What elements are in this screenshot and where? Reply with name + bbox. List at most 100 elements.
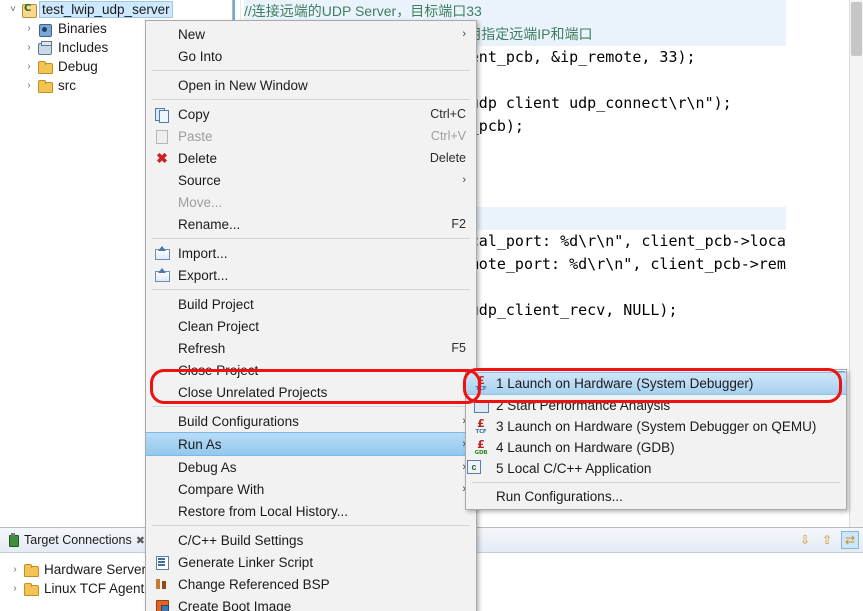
menu-item-label: Refresh bbox=[178, 340, 226, 356]
menu-item-label: Import... bbox=[178, 245, 228, 261]
menu-item-label: Go Into bbox=[178, 48, 223, 64]
submenu-item-5-local-c-c++-application[interactable]: c 5 Local C/C++ Application bbox=[466, 458, 846, 479]
performance-icon bbox=[473, 398, 489, 413]
submenu-item-run-configurations[interactable]: Run Configurations... bbox=[466, 486, 846, 507]
menu-item-change-referenced-bsp[interactable]: Change Referenced BSP bbox=[146, 573, 476, 595]
tcf-debugger-icon: £ TCF bbox=[475, 374, 487, 392]
menu-item-delete[interactable]: ✖ Delete Delete bbox=[146, 147, 476, 169]
menu-item-label: Restore from Local History... bbox=[178, 503, 349, 519]
menu-separator bbox=[152, 70, 470, 71]
submenu-item-label: 4 Launch on Hardware (GDB) bbox=[496, 440, 675, 455]
target-connections-tab-label: Target Connections bbox=[24, 533, 132, 547]
menu-item-build-project[interactable]: Build Project bbox=[146, 293, 476, 315]
tree-item-label: Binaries bbox=[58, 21, 107, 36]
menu-separator bbox=[152, 289, 470, 290]
target-connections-icon bbox=[6, 533, 20, 547]
close-icon[interactable]: ✖ bbox=[136, 534, 145, 547]
menu-item-label: Run As bbox=[178, 436, 222, 452]
menu-item-paste: Paste Ctrl+V bbox=[146, 125, 476, 147]
menu-item-label: Build Configurations bbox=[178, 413, 299, 429]
menu-item-rename[interactable]: Rename... F2 bbox=[146, 213, 476, 235]
bsp-icon bbox=[154, 576, 170, 592]
menu-item-generate-linker-script[interactable]: Generate Linker Script bbox=[146, 551, 476, 573]
expand-arrow-icon[interactable]: › bbox=[8, 564, 22, 575]
paste-icon bbox=[154, 128, 170, 144]
menu-item-run-as[interactable]: Run As› bbox=[146, 432, 476, 456]
folder-icon bbox=[36, 59, 54, 75]
menu-item-debug-as[interactable]: Debug As› bbox=[146, 456, 476, 478]
menu-item-c-c++-build-settings[interactable]: C/C++ Build Settings bbox=[146, 529, 476, 551]
menu-item-compare-with[interactable]: Compare With› bbox=[146, 478, 476, 500]
menu-item-label: Create Boot Image bbox=[178, 598, 292, 611]
export-icon bbox=[154, 267, 170, 283]
menu-item-copy[interactable]: Copy Ctrl+C bbox=[146, 103, 476, 125]
folder-icon bbox=[22, 562, 40, 578]
target-item-label: Linux TCF Agent bbox=[44, 581, 145, 596]
menu-item-source[interactable]: Source › bbox=[146, 169, 476, 191]
menu-item-label: Close Unrelated Projects bbox=[178, 384, 328, 400]
menu-item-label: Close Project bbox=[178, 362, 259, 378]
menu-item-close-unrelated-projects[interactable]: Close Unrelated Projects bbox=[146, 381, 476, 403]
menu-separator bbox=[152, 406, 470, 407]
includes-icon bbox=[36, 40, 54, 56]
delete-icon: ✖ bbox=[156, 150, 168, 166]
tree-item-label: Includes bbox=[58, 40, 109, 55]
menu-item-export[interactable]: Export... bbox=[146, 264, 476, 286]
submenu-item-3-launch-on-hardware-system-debugger-on-qemu[interactable]: £ TCF 3 Launch on Hardware (System Debugge… bbox=[466, 416, 846, 437]
expand-arrow-icon[interactable]: ˅ bbox=[6, 4, 20, 15]
menu-item-label: Source bbox=[178, 172, 221, 188]
menu-item-restore-from-local-history[interactable]: Restore from Local History... bbox=[146, 500, 476, 522]
tree-item-label: src bbox=[58, 78, 76, 93]
folder-icon bbox=[36, 78, 54, 94]
menu-item-move: Move... bbox=[146, 191, 476, 213]
submenu-item-2-start-performance-analysis[interactable]: 2 Start Performance Analysis bbox=[466, 395, 846, 416]
expand-arrow-icon[interactable]: › bbox=[8, 583, 22, 594]
menu-item-label: Compare With bbox=[178, 481, 265, 497]
menu-item-label: Generate Linker Script bbox=[178, 554, 314, 570]
project-context-menu[interactable]: New › Go Into Open in New Window Copy Ctrl+C P… bbox=[145, 20, 477, 611]
menu-item-label: Copy bbox=[178, 106, 210, 122]
menu-item-create-boot-image[interactable]: Create Boot Image bbox=[146, 595, 476, 611]
linker-script-icon bbox=[154, 554, 170, 570]
scroll-down-icon[interactable]: ⇩ bbox=[797, 532, 813, 548]
menu-item-import[interactable]: Import... bbox=[146, 242, 476, 264]
submenu-item-4-launch-on-hardware-gdb[interactable]: £ GDB 4 Launch on Hardware (GDB) bbox=[466, 437, 846, 458]
menu-item-close-project[interactable]: Close Project bbox=[146, 359, 476, 381]
folder-icon bbox=[22, 581, 40, 597]
menu-separator bbox=[152, 525, 470, 526]
editor-vertical-scrollbar[interactable] bbox=[849, 0, 863, 527]
menu-item-open-in-new-window[interactable]: Open in New Window bbox=[146, 74, 476, 96]
tree-item-test-lwip-udp-server[interactable]: ˅ test_lwip_udp_server bbox=[0, 0, 232, 19]
menu-item-new[interactable]: New › bbox=[146, 23, 476, 45]
menu-item-refresh[interactable]: Refresh F5 bbox=[146, 337, 476, 359]
expand-arrow-icon[interactable]: › bbox=[22, 61, 36, 72]
chevron-right-icon: › bbox=[462, 174, 466, 186]
menu-item-shortcut: Ctrl+V bbox=[430, 129, 466, 143]
expand-arrow-icon[interactable]: › bbox=[22, 23, 36, 34]
submenu-item-1-launch-on-hardware-system-debugger[interactable]: £ TCF 1 Launch on Hardware (System Debugge… bbox=[466, 372, 846, 395]
chevron-right-icon: › bbox=[462, 28, 466, 40]
expand-arrow-icon[interactable]: › bbox=[22, 42, 36, 53]
menu-item-label: Debug As bbox=[178, 459, 237, 475]
gdb-icon: £ GDB bbox=[474, 438, 488, 456]
menu-separator bbox=[152, 238, 470, 239]
toggle-wrap-icon[interactable]: ⇄ bbox=[841, 531, 859, 549]
tree-item-label: Debug bbox=[58, 59, 98, 74]
expand-arrow-icon[interactable]: › bbox=[22, 80, 36, 91]
console-toolbar[interactable]: ⇩ ⇧ ⇄ bbox=[797, 528, 859, 552]
menu-item-shortcut: Ctrl+C bbox=[430, 107, 466, 121]
menu-item-go-into[interactable]: Go Into bbox=[146, 45, 476, 67]
menu-item-clean-project[interactable]: Clean Project bbox=[146, 315, 476, 337]
menu-item-label: C/C++ Build Settings bbox=[178, 532, 304, 548]
submenu-item-label: 1 Launch on Hardware (System Debugger) bbox=[496, 376, 754, 391]
menu-item-label: Delete bbox=[178, 150, 218, 166]
scroll-up-icon[interactable]: ⇧ bbox=[819, 532, 835, 548]
submenu-item-label: Run Configurations... bbox=[496, 489, 623, 504]
target-item-label: Hardware Server bbox=[44, 562, 147, 577]
menu-item-label: Open in New Window bbox=[178, 77, 308, 93]
menu-item-shortcut: F2 bbox=[451, 217, 466, 231]
project-c-icon bbox=[20, 2, 38, 18]
menu-item-build-configurations[interactable]: Build Configurations› bbox=[146, 410, 476, 432]
editor-scroll-thumb[interactable] bbox=[851, 2, 862, 56]
run-as-submenu[interactable]: £ TCF 1 Launch on Hardware (System Debugge… bbox=[465, 369, 847, 510]
